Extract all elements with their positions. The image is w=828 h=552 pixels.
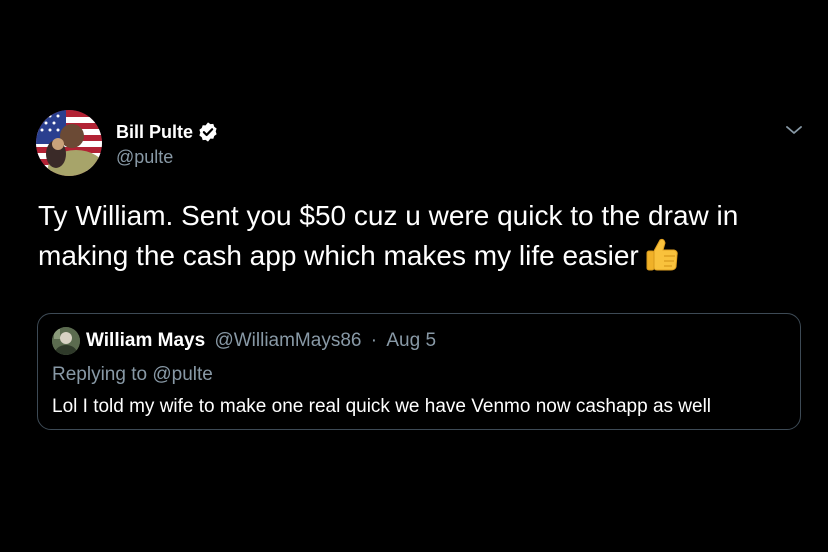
replying-to-prefix: Replying to [52, 364, 148, 385]
chevron-down-icon[interactable] [784, 120, 804, 140]
quoted-tweet-text: Lol I told my wife to make one real quic… [52, 396, 712, 417]
quoted-tweet-header: William Mays @WilliamMays86 · Aug 5 [86, 330, 436, 352]
thumbs-up-icon [645, 236, 679, 272]
author-display-name[interactable]: Bill Pulte [116, 122, 193, 143]
quoted-tweet[interactable]: William Mays @WilliamMays86 · Aug 5 Repl… [37, 313, 801, 430]
meta-separator: · [370, 330, 378, 351]
tweet-text: Ty William. Sent you $50 cuz u were quic… [38, 196, 798, 276]
verified-badge-icon [197, 121, 219, 143]
quoted-author-avatar[interactable] [52, 327, 80, 355]
quoted-tweet-date[interactable]: Aug 5 [386, 330, 436, 351]
quoted-author-handle[interactable]: @WilliamMays86 [214, 330, 361, 351]
tweet-text-content: Ty William. Sent you $50 cuz u were quic… [38, 200, 739, 271]
quoted-author-display-name[interactable]: William Mays [86, 330, 205, 351]
author-name-row[interactable]: Bill Pulte [116, 120, 219, 144]
author-avatar[interactable] [36, 110, 102, 176]
user-avatar-icon [52, 327, 80, 355]
replying-to-handle[interactable]: @pulte [152, 364, 213, 385]
tweet[interactable]: Bill Pulte @pulte Ty William. Sent you $… [36, 110, 806, 440]
replying-to-line: Replying to @pulte [52, 364, 213, 386]
user-avatar-flag-icon [36, 110, 102, 176]
author-handle[interactable]: @pulte [116, 147, 173, 168]
